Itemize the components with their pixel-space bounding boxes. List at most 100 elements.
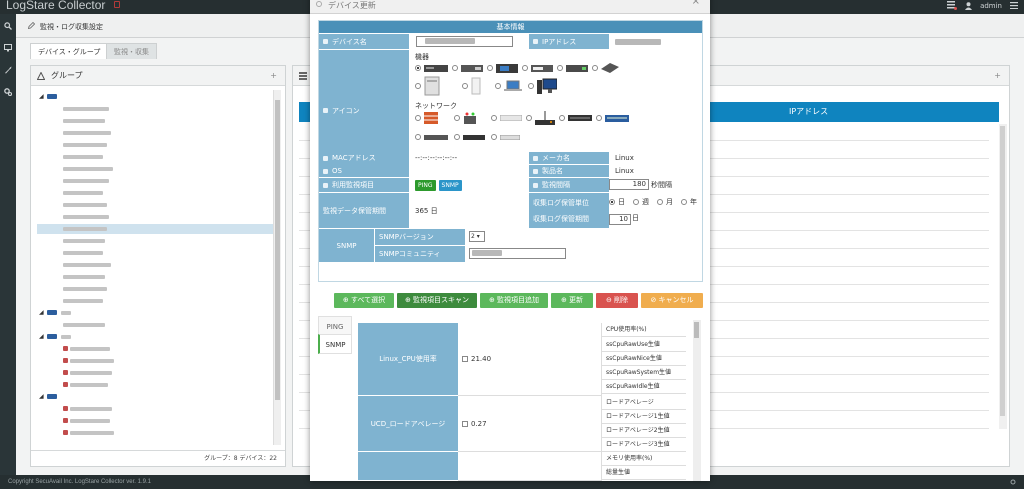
tree-device[interactable] xyxy=(37,272,273,282)
tree-device[interactable] xyxy=(37,416,273,426)
tree-device[interactable] xyxy=(37,188,273,198)
tree-scrollbar-thumb[interactable] xyxy=(275,100,280,400)
tree-device[interactable] xyxy=(37,164,273,174)
select-all-button[interactable]: ⊕ すべて選択 xyxy=(334,293,394,308)
column-ip-address[interactable]: IPアドレス xyxy=(789,102,828,122)
tree-device-selected[interactable] xyxy=(37,224,273,234)
machine-icon-row-2 xyxy=(415,76,557,96)
icon-radio-switch-light[interactable] xyxy=(491,134,497,140)
items-scrollbar[interactable] xyxy=(693,320,701,481)
device-list-scrollbar-thumb[interactable] xyxy=(1000,126,1005,416)
log-period-field[interactable]: 10 xyxy=(609,214,631,225)
switch-black-icon xyxy=(568,115,592,121)
icon-radio-firewall[interactable] xyxy=(415,115,421,121)
tree-device[interactable] xyxy=(37,104,273,114)
tree-device[interactable] xyxy=(37,140,273,150)
tree-device[interactable] xyxy=(37,344,273,354)
notification-list-icon[interactable] xyxy=(947,1,958,10)
desktop-pc-icon xyxy=(537,78,557,94)
icon-radio-laptop[interactable] xyxy=(495,83,501,89)
icon-radio-desktop[interactable] xyxy=(462,83,468,89)
tree-device[interactable] xyxy=(37,428,273,438)
items-scrollbar-thumb[interactable] xyxy=(694,322,699,338)
tree-device[interactable] xyxy=(37,200,273,210)
icon-radio-server-5[interactable] xyxy=(557,65,563,71)
icon-radio-pc[interactable] xyxy=(528,83,534,89)
tree-device[interactable] xyxy=(37,356,273,366)
tree-group-node[interactable]: ◢ xyxy=(37,392,273,402)
user-name[interactable]: admin xyxy=(980,2,1002,10)
retention-value: 365 日 xyxy=(415,206,438,215)
close-icon[interactable]: × xyxy=(692,0,700,7)
tree-device[interactable] xyxy=(37,212,273,222)
icon-radio-server-2[interactable] xyxy=(452,65,458,71)
icon-radio-server-4[interactable] xyxy=(522,65,528,71)
tree-group-node[interactable]: ◢ xyxy=(37,308,273,318)
tree-device[interactable] xyxy=(37,152,273,162)
snmp-community-field[interactable] xyxy=(469,248,566,259)
tree-device[interactable] xyxy=(37,368,273,378)
tab-snmp[interactable]: SNMP xyxy=(318,334,352,354)
icon-radio-server-6[interactable] xyxy=(592,65,598,71)
icon-radio-switch-blue[interactable] xyxy=(596,115,602,121)
monitor-items-label: 利用監視項目 xyxy=(319,178,409,192)
tree-device[interactable] xyxy=(37,176,273,186)
monitor-icon[interactable] xyxy=(4,44,12,52)
search-icon[interactable] xyxy=(4,22,12,30)
switch-grey-icon xyxy=(424,134,448,140)
tree-group-node[interactable]: ◢ xyxy=(37,332,273,342)
tree-device[interactable] xyxy=(37,380,273,390)
gears-icon[interactable] xyxy=(4,88,12,96)
group-count-text: グループ：8 デバイス：22 xyxy=(204,455,277,462)
icon-radio-router[interactable] xyxy=(454,115,460,121)
tree-device[interactable] xyxy=(37,128,273,138)
update-button[interactable]: ⊕ 更新 xyxy=(551,293,593,308)
tab-device-group[interactable]: デバイス・グループ xyxy=(30,43,109,59)
add-device-icon[interactable]: + xyxy=(994,71,1001,80)
item-checkbox-cpu[interactable] xyxy=(462,356,468,362)
log-unit-radio-week[interactable] xyxy=(633,199,639,205)
firewall-icon xyxy=(424,112,438,124)
add-group-icon[interactable]: + xyxy=(270,66,277,86)
tree-device[interactable] xyxy=(37,320,273,330)
icon-radio-wifi[interactable] xyxy=(526,115,532,121)
log-unit-radio-day[interactable] xyxy=(609,199,615,205)
icon-radio-switch-black[interactable] xyxy=(559,115,565,121)
interval-field[interactable]: 180 xyxy=(609,179,649,190)
device-list-scrollbar[interactable] xyxy=(999,124,1007,429)
icon-radio-server-3[interactable] xyxy=(487,65,493,71)
settings-icon[interactable] xyxy=(1010,479,1016,485)
log-unit-radio-month[interactable] xyxy=(657,199,663,205)
tree-device[interactable] xyxy=(37,248,273,258)
tree-group-node[interactable]: ◢ xyxy=(37,92,273,102)
icon-radio-switch-white[interactable] xyxy=(491,115,497,121)
item-checkbox-load[interactable] xyxy=(462,420,468,427)
tree-device[interactable] xyxy=(37,296,273,306)
tree-device[interactable] xyxy=(37,404,273,414)
tree-device[interactable] xyxy=(37,284,273,294)
tab-ping[interactable]: PING xyxy=(318,316,352,336)
delete-button[interactable]: ⊖ 削除 xyxy=(596,293,638,308)
icon-radio-server-1u[interactable] xyxy=(415,65,421,71)
tree-device[interactable] xyxy=(37,236,273,246)
cancel-button[interactable]: ⊘ キャンセル xyxy=(641,293,703,308)
scan-items-button[interactable]: ⊕ 監視項目スキャン xyxy=(397,293,477,308)
icon-radio-server-tower[interactable] xyxy=(415,83,421,89)
device-name-field[interactable] xyxy=(416,36,513,47)
log-unit-radio-year[interactable] xyxy=(681,199,687,205)
icon-radio-appliance[interactable] xyxy=(454,134,460,140)
ip-address-label: IPアドレス xyxy=(529,34,609,49)
warning-icon xyxy=(37,72,45,80)
tree-device[interactable] xyxy=(37,116,273,126)
tab-monitor-collect[interactable]: 監視・収集 xyxy=(106,43,157,59)
maker-label: メーカ名 xyxy=(529,152,609,164)
snmp-version-select[interactable]: 2 ▾ xyxy=(469,231,485,242)
log-unit-radio-group: 日 週 月 年 xyxy=(609,197,697,207)
tree-device[interactable] xyxy=(37,260,273,270)
icon-radio-switch-grey[interactable] xyxy=(415,134,421,140)
hamburger-menu-icon[interactable] xyxy=(1010,2,1018,9)
add-item-button[interactable]: ⊕ 監視項目追加 xyxy=(480,293,548,308)
snmp-community-label: SNMPコミュニティ xyxy=(375,246,465,262)
wrench-icon[interactable] xyxy=(4,66,12,74)
tree-scrollbar[interactable] xyxy=(273,90,281,445)
